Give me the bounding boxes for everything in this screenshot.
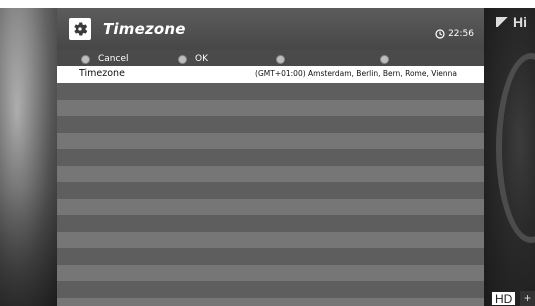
background-image-left xyxy=(0,8,57,306)
clock-time: 22:56 xyxy=(448,29,474,39)
list-item[interactable] xyxy=(57,231,484,248)
list-item[interactable] xyxy=(57,83,484,100)
background-arc xyxy=(496,53,535,243)
list-item[interactable] xyxy=(57,132,484,149)
gear-icon xyxy=(69,18,91,40)
list-item[interactable] xyxy=(57,99,484,116)
list-item[interactable] xyxy=(57,182,484,199)
list-item[interactable] xyxy=(57,248,484,265)
panel-header: Timezone 22:56 xyxy=(57,8,484,50)
list-item-timezone[interactable]: Timezone (GMT+01:00) Amsterdam, Berlin, … xyxy=(57,66,484,83)
list-item[interactable] xyxy=(57,165,484,182)
button-dot-icon xyxy=(276,54,285,64)
list-item-label: Timezone xyxy=(79,68,125,79)
action-bar: Cancel OK xyxy=(57,52,484,66)
list-item[interactable] xyxy=(57,215,484,232)
button-dot-icon xyxy=(178,54,187,64)
list-item-value: (GMT+01:00) Amsterdam, Berlin, Bern, Rom… xyxy=(255,69,457,78)
button-dot-icon xyxy=(81,54,90,64)
page-title: Timezone xyxy=(103,20,186,38)
channel-logo: Hi xyxy=(496,14,527,30)
settings-list: Timezone (GMT+01:00) Amsterdam, Berlin, … xyxy=(57,66,484,306)
settings-panel: Timezone 22:56 Cancel OK Timezone (GMT+0… xyxy=(57,8,484,306)
background-image-right xyxy=(484,8,535,306)
ok-label: OK xyxy=(195,54,208,64)
list-item[interactable] xyxy=(57,198,484,215)
ok-button[interactable]: OK xyxy=(178,52,208,66)
channel-logo-mark xyxy=(496,17,510,27)
button-dot-icon xyxy=(380,54,389,64)
list-item[interactable] xyxy=(57,264,484,281)
list-item[interactable] xyxy=(57,149,484,166)
action-button-4[interactable] xyxy=(380,52,397,66)
clock: 22:56 xyxy=(435,29,474,39)
list-item[interactable] xyxy=(57,281,484,298)
action-button-3[interactable] xyxy=(276,52,293,66)
channel-logo-text: Hi xyxy=(513,14,527,30)
list-item[interactable] xyxy=(57,116,484,133)
list-item[interactable] xyxy=(57,297,484,306)
cancel-button[interactable]: Cancel xyxy=(81,52,129,66)
hd-badge: HD xyxy=(491,291,517,306)
plus-badge: + xyxy=(520,291,535,306)
clock-icon xyxy=(435,29,445,39)
cancel-label: Cancel xyxy=(98,54,129,64)
